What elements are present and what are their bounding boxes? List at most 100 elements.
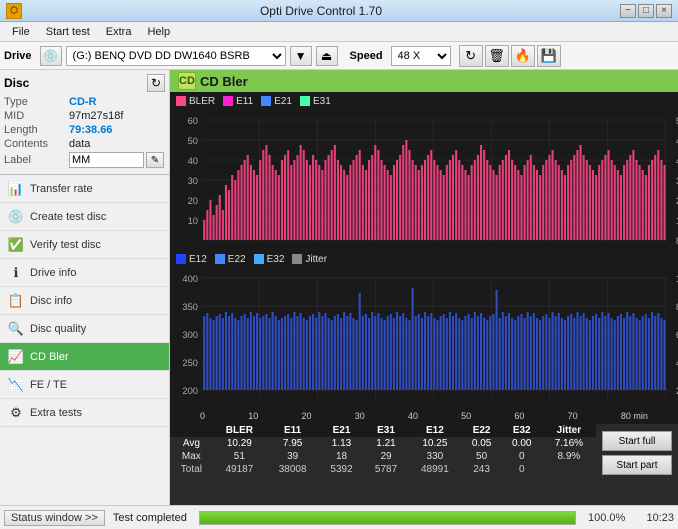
- titlebar-controls: − □ ×: [620, 4, 672, 18]
- speed-select[interactable]: 48 X: [391, 46, 451, 66]
- erase-icon[interactable]: 🗑: [485, 45, 509, 67]
- max-e21: 18: [319, 450, 364, 463]
- titlebar-title: Opti Drive Control 1.70: [22, 4, 620, 18]
- col-header-e21: E21: [319, 424, 364, 437]
- e32-label: E32: [267, 254, 285, 265]
- disc-label-edit-button[interactable]: ✎: [146, 152, 164, 168]
- avg-e31: 1.21: [364, 437, 409, 450]
- e31-dot: [300, 96, 310, 106]
- sidebar-item-cd-bler[interactable]: 📈 CD Bler: [0, 343, 169, 371]
- save-icon[interactable]: 💾: [537, 45, 561, 67]
- total-label: Total: [170, 463, 213, 476]
- sidebar-item-drive-info[interactable]: ℹ Drive info: [0, 259, 169, 287]
- extra-tests-icon: ⚙: [8, 405, 24, 421]
- bler-dot: [176, 96, 186, 106]
- total-bler: 49187: [213, 463, 266, 476]
- col-header-bler: BLER: [213, 424, 266, 437]
- disc-info-icon: 📋: [8, 293, 24, 309]
- e22-dot: [215, 254, 225, 264]
- e32-dot: [254, 254, 264, 264]
- menu-extra[interactable]: Extra: [98, 24, 140, 40]
- sidebar-item-fe-te[interactable]: 📉 FE / TE: [0, 371, 169, 399]
- disc-type-value: CD-R: [69, 96, 97, 108]
- svg-text:200: 200: [182, 386, 198, 396]
- drive-info-icon: ℹ: [8, 265, 24, 281]
- sidebar-nav: 📊 Transfer rate 💿 Create test disc ✅ Ver…: [0, 175, 169, 505]
- chart-title: CD Bler: [200, 74, 248, 89]
- avg-jitter: 7.16%: [542, 437, 596, 450]
- status-window-button[interactable]: Status window >>: [4, 510, 105, 526]
- transfer-rate-icon: 📊: [8, 181, 24, 197]
- avg-bler: 10.29: [213, 437, 266, 450]
- menu-help[interactable]: Help: [139, 24, 178, 40]
- cd-bler-chart-icon: CD: [178, 72, 196, 90]
- drive-refresh-button[interactable]: ▼: [290, 46, 312, 66]
- start-full-button[interactable]: Start full: [602, 431, 672, 451]
- refresh-icon[interactable]: ↻: [459, 45, 483, 67]
- bler-label: BLER: [189, 96, 215, 107]
- sidebar-item-transfer-rate-label: Transfer rate: [30, 183, 93, 195]
- total-e12: 48991: [408, 463, 461, 476]
- stats-avg-row: Avg 10.29 7.95 1.13 1.21 10.25 0.05 0.00…: [170, 437, 596, 450]
- col-header-e12: E12: [408, 424, 461, 437]
- x-axis: 0 10 20 30 40 50 60 70 80 min: [170, 408, 678, 424]
- jitter-dot: [292, 254, 302, 264]
- sidebar-item-create-test-disc[interactable]: 💿 Create test disc: [0, 203, 169, 231]
- max-jitter: 8.9%: [542, 450, 596, 463]
- sidebar: Disc ↻ Type CD-R MID 97m27s18f Length 79…: [0, 70, 170, 505]
- maximize-button[interactable]: □: [638, 4, 654, 18]
- disc-label-input[interactable]: [69, 152, 144, 168]
- toolbar-icons: ↻ 🗑 🔥 💾: [459, 45, 561, 67]
- legend-e22: E22: [215, 254, 246, 265]
- total-e32: 0: [502, 463, 542, 476]
- burn-icon[interactable]: 🔥: [511, 45, 535, 67]
- stats-table: BLER E11 E21 E31 E12 E22 E32 Jitter Avg: [170, 424, 596, 482]
- e12-label: E12: [189, 254, 207, 265]
- legend-e31: E31: [300, 96, 331, 107]
- legend-bler: BLER: [176, 96, 215, 107]
- sidebar-item-verify-test-disc[interactable]: ✅ Verify test disc: [0, 231, 169, 259]
- disc-refresh-button[interactable]: ↻: [147, 74, 165, 92]
- menu-start-test[interactable]: Start test: [38, 24, 98, 40]
- sidebar-item-transfer-rate[interactable]: 📊 Transfer rate: [0, 175, 169, 203]
- drive-select[interactable]: (G:) BENQ DVD DD DW1640 BSRB: [66, 46, 286, 66]
- drive-eject-button[interactable]: ⏏: [316, 46, 338, 66]
- x-label-50: 50: [461, 411, 471, 421]
- disc-length-label: Length: [4, 124, 69, 136]
- sidebar-item-extra-tests[interactable]: ⚙ Extra tests: [0, 399, 169, 427]
- titlebar: ⬡ Opti Drive Control 1.70 − □ ×: [0, 0, 678, 22]
- x-label-70: 70: [568, 411, 578, 421]
- disc-header: Disc ↻: [4, 74, 165, 92]
- total-jitter: [542, 463, 596, 476]
- x-label-20: 20: [301, 411, 311, 421]
- col-header-e11: E11: [266, 424, 319, 437]
- max-bler: 51: [213, 450, 266, 463]
- total-e21: 5392: [319, 463, 364, 476]
- svg-text:50: 50: [188, 136, 198, 146]
- close-button[interactable]: ×: [656, 4, 672, 18]
- disc-contents-row: Contents data: [4, 138, 165, 150]
- legend-e11: E11: [223, 96, 253, 107]
- x-label-30: 30: [355, 411, 365, 421]
- sidebar-item-disc-quality[interactable]: 🔍 Disc quality: [0, 315, 169, 343]
- stats-max-row: Max 51 39 18 29 330 50 0 8.9%: [170, 450, 596, 463]
- svg-text:20: 20: [188, 196, 198, 206]
- sidebar-item-disc-info[interactable]: 📋 Disc info: [0, 287, 169, 315]
- max-label: Max: [170, 450, 213, 463]
- bottom-legend: E12 E22 E32 Jitter: [170, 250, 678, 268]
- stats-buttons: Start full Start part: [596, 424, 678, 482]
- minimize-button[interactable]: −: [620, 4, 636, 18]
- x-label-60: 60: [514, 411, 524, 421]
- col-header-e31: E31: [364, 424, 409, 437]
- menu-file[interactable]: File: [4, 24, 38, 40]
- disc-type-row: Type CD-R: [4, 96, 165, 108]
- start-part-button[interactable]: Start part: [602, 455, 672, 475]
- sidebar-item-verify-test-disc-label: Verify test disc: [30, 239, 101, 251]
- e21-dot: [261, 96, 271, 106]
- drive-icon: 💿: [40, 46, 62, 66]
- status-text: Test completed: [113, 512, 187, 524]
- svg-text:350: 350: [182, 302, 198, 312]
- col-header-e32: E32: [502, 424, 542, 437]
- verify-test-disc-icon: ✅: [8, 237, 24, 253]
- stats-total-row: Total 49187 38008 5392 5787 48991 243 0: [170, 463, 596, 476]
